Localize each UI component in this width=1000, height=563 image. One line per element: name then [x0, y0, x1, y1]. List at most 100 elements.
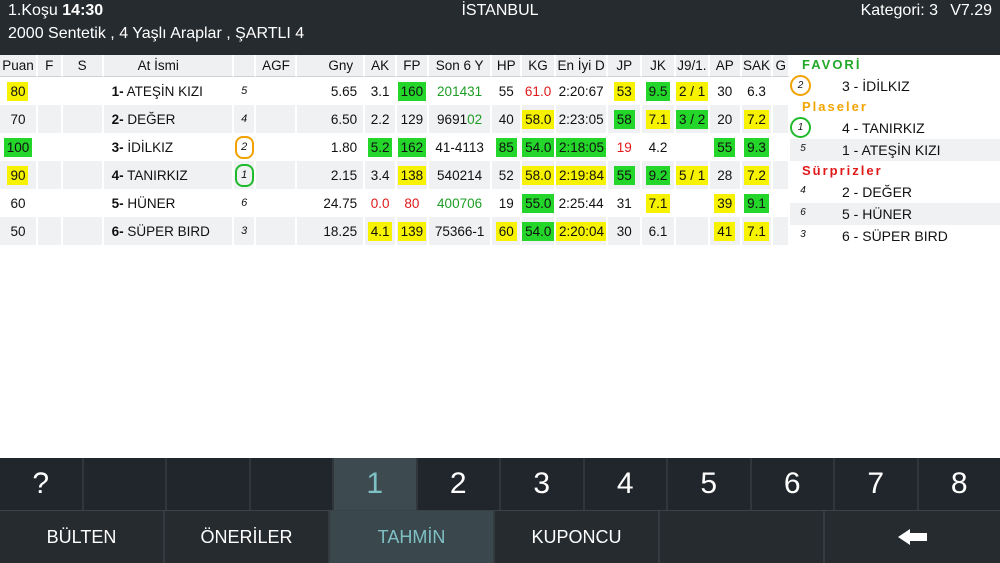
s-cell	[62, 217, 104, 245]
agf-rank-cell: 6	[234, 189, 257, 217]
kg-value: 54.0	[522, 221, 554, 241]
table-row[interactable]: 50 6- SÜPER BIRD 3 18.25 4.1 139 75366-1…	[0, 217, 790, 245]
col-header-agf[interactable]: AGF	[256, 55, 298, 77]
table-row[interactable]: 80 1- ATEŞİN KIZI 5 5.65 3.1 160 201431 …	[0, 77, 790, 105]
agf-cell	[256, 217, 298, 245]
horse-name: SÜPER BIRD	[127, 223, 210, 239]
gny-cell: 24.75	[297, 189, 366, 217]
f-cell	[38, 133, 63, 161]
category-label: Kategori: 3	[860, 2, 938, 19]
gny-cell: 6.50	[297, 105, 366, 133]
col-header-gny[interactable]: Gny	[297, 55, 366, 77]
race-number-button-3[interactable]: 3	[501, 458, 585, 510]
surprizler-item[interactable]: 3 6 - SÜPER BIRD	[790, 225, 1000, 247]
horse-name: HÜNER	[127, 195, 176, 211]
fp-cell: 162	[397, 133, 429, 161]
jp-cell: 31	[608, 189, 643, 217]
ap-cell: 30	[710, 77, 742, 105]
col-header-fp[interactable]: FP	[396, 55, 429, 77]
surprizler-item[interactable]: 6 5 - HÜNER	[790, 203, 1000, 225]
kg-value: 58.0	[522, 109, 554, 129]
col-header-kg[interactable]: KG	[522, 55, 556, 77]
col-header-g[interactable]: G	[773, 55, 790, 77]
j9-cell	[676, 189, 710, 217]
surprizler-rank: 3	[800, 229, 806, 240]
col-header-at-ismi[interactable]: At İsmi	[103, 55, 234, 77]
ap-cell: 39	[710, 189, 742, 217]
ap-value: 55	[714, 137, 736, 157]
back-button[interactable]	[825, 511, 1000, 563]
table-row[interactable]: 70 2- DEĞER 4 6.50 2.2 129 969102 40 58.…	[0, 105, 790, 133]
hp-cell: 40	[492, 105, 523, 133]
puan-value: 90	[7, 165, 29, 185]
en-iyi-cell: 2:25:44	[556, 189, 609, 217]
fp-cell: 80	[397, 189, 429, 217]
surprizler-item[interactable]: 4 2 - DEĞER	[790, 181, 1000, 203]
horse-number: 4-	[111, 167, 124, 183]
col-header-ak[interactable]: AK	[365, 55, 397, 77]
horse-name-cell: 6- SÜPER BIRD	[103, 217, 234, 245]
fp-cell: 160	[397, 77, 429, 105]
sak-value: 9.3	[744, 137, 769, 157]
race-number-button-2[interactable]: 2	[418, 458, 501, 510]
en-iyi-value: 2:19:84	[555, 165, 607, 185]
favori-heading: FAVORİ	[802, 57, 862, 72]
table-row[interactable]: 90 4- TANIRKIZ 1 2.15 3.4 138 540214 52 …	[0, 161, 790, 189]
hp-cell: 60	[492, 217, 523, 245]
kg-cell: 55.0	[522, 189, 556, 217]
col-header-jp[interactable]: JP	[608, 55, 643, 77]
ap-cell: 41	[709, 217, 742, 245]
col-header-f[interactable]: F	[37, 55, 63, 77]
jp-cell: 58	[608, 105, 643, 133]
favori-item[interactable]: 2 3 - İDİLKIZ	[790, 75, 1000, 97]
tab-empty	[660, 511, 825, 563]
col-header-en-iyi-d[interactable]: En İyi D	[555, 55, 609, 77]
race-number-button-1[interactable]: 1	[334, 458, 418, 510]
fp-cell: 129	[396, 105, 429, 133]
race-number-button-4[interactable]: 4	[585, 458, 668, 510]
race-number-button-6[interactable]: 6	[752, 458, 835, 510]
col-header-ap[interactable]: AP	[709, 55, 742, 77]
race-number-empty	[84, 458, 167, 510]
ak-cell: 3.4	[365, 161, 397, 189]
plaseler-item[interactable]: 5 1 - ATEŞİN KIZI	[790, 139, 1000, 161]
horse-number: 5-	[111, 195, 124, 211]
hp-value: 60	[495, 221, 517, 241]
hp-cell: 85	[492, 133, 523, 161]
col-header-puan[interactable]: Puan	[0, 55, 38, 77]
f-cell	[37, 161, 63, 189]
col-header-sak[interactable]: SAK	[741, 55, 774, 77]
tab-oneriler[interactable]: ÖNERİLER	[165, 511, 330, 563]
col-header-hp[interactable]: HP	[492, 55, 523, 77]
favori-horse: 3 - İDİLKIZ	[842, 78, 910, 94]
kg-value: 58.0	[522, 165, 554, 185]
j9-cell	[675, 217, 710, 245]
ak-cell: 2.2	[365, 105, 397, 133]
agf-cell	[256, 77, 298, 105]
race-number-button-5[interactable]: 5	[668, 458, 752, 510]
kg-cell: 58.0	[522, 161, 556, 189]
col-header-j9[interactable]: J9/1.	[675, 55, 710, 77]
jk-value: 9.5	[645, 81, 671, 101]
race-header: 1.Koşu 14:30 İSTANBUL Kategori: 3 V7.29 …	[0, 0, 1000, 55]
col-header-son6y[interactable]: Son 6 Y	[428, 55, 493, 77]
tab-kuponcu[interactable]: KUPONCU	[495, 511, 660, 563]
son6-cell: 400706	[429, 189, 493, 217]
agf-rank-ring: 2	[234, 135, 254, 159]
plaseler-heading: Plaseler	[802, 99, 868, 114]
tab-bulten[interactable]: BÜLTEN	[0, 511, 165, 563]
f-cell	[38, 77, 63, 105]
tab-tahmin[interactable]: TAHMİN	[330, 511, 495, 563]
table-row[interactable]: 100 3- İDİLKIZ 2 1.80 5.2 162 41-4113 85…	[0, 133, 790, 161]
table-row[interactable]: 60 5- HÜNER 6 24.75 0.0 80 400706 19 55.…	[0, 189, 790, 217]
col-header-jk[interactable]: JK	[642, 55, 676, 77]
race-number-button-7[interactable]: 7	[835, 458, 919, 510]
help-button[interactable]: ?	[0, 458, 84, 510]
son6-value: 400706	[437, 195, 483, 211]
race-number-button-8[interactable]: 8	[919, 458, 1000, 510]
j9-cell: 2 / 1	[675, 77, 710, 105]
col-header-s[interactable]: S	[62, 55, 104, 77]
ap-cell: 28	[709, 161, 742, 189]
ak-value: 4.1	[367, 221, 393, 241]
plaseler-item[interactable]: 1 4 - TANIRKIZ	[790, 117, 1000, 139]
